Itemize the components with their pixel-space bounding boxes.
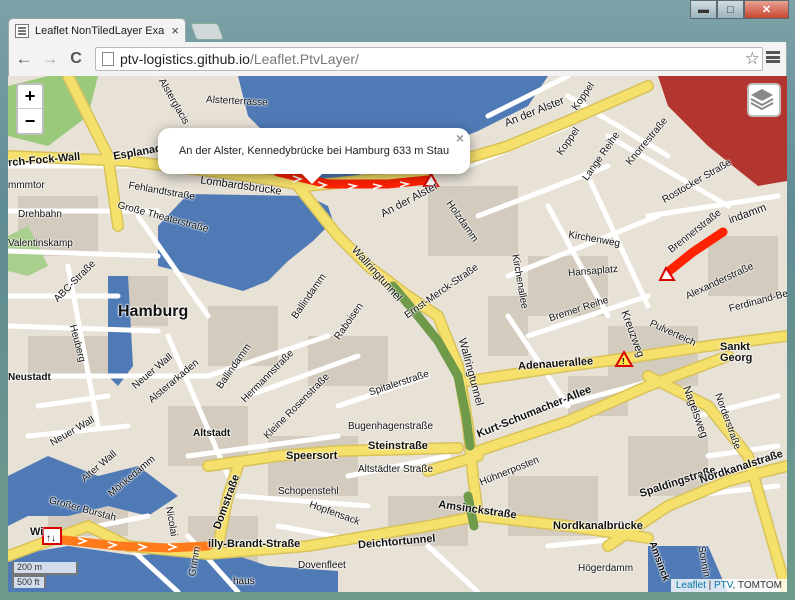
address-bar[interactable]: ptv-logistics.github.io/Leaflet.PtvLayer… (95, 47, 763, 71)
layers-control-button[interactable] (747, 83, 781, 117)
popup-close-button[interactable]: × (456, 130, 464, 146)
minimize-button[interactable]: ▬ (690, 0, 717, 19)
map-label: Högerdamm (578, 563, 634, 574)
map-view[interactable]: ! ↑↓ Alsterterrasse An der Alster Koppel… (8, 76, 787, 592)
map-label: illy-Brandt-Straße (208, 538, 301, 550)
map-label: Drehbahn (18, 209, 62, 220)
browser-tab[interactable]: Leaflet NonTiledLayer Exa × (8, 18, 186, 42)
forward-button[interactable]: → (39, 48, 61, 70)
layers-icon (750, 89, 774, 111)
reload-button[interactable]: C (65, 48, 87, 70)
map-label-city: Hamburg (118, 303, 189, 320)
back-button[interactable]: ← (13, 48, 35, 70)
map-label: Bugenhagenstraße (348, 421, 434, 432)
tab-title: Leaflet NonTiledLayer Exa (35, 24, 165, 37)
incident-popup: An der Alster, Kennedybrücke bei Hamburg… (158, 128, 470, 184)
map-label: Altstädter Straße (358, 464, 434, 475)
map-label-district: Neustadt (8, 372, 51, 383)
bookmark-star-icon[interactable]: ☆ (745, 49, 760, 69)
map-label: mmmtor (8, 180, 45, 191)
map-label: Steinstraße (368, 440, 428, 452)
map-label: Dovenfleet (298, 560, 346, 571)
maximize-button[interactable]: □ (717, 0, 744, 19)
browser-toolbar: ← → C ptv-logistics.github.io/Leaflet.Pt… (8, 42, 787, 76)
title-bar: Leaflet NonTiledLayer Exa × ▬ □ ✕ (0, 0, 795, 42)
window-controls: ▬ □ ✕ (690, 0, 789, 19)
svg-text:!: ! (622, 357, 625, 366)
tab-close-icon[interactable]: × (171, 23, 179, 38)
attribution-separator: | (705, 580, 715, 591)
map-attribution: Leaflet | PTV, TOMTOM (670, 579, 787, 592)
map-label: Nordkanalbrücke (553, 520, 643, 532)
map-label: Speersort (286, 450, 338, 462)
popup-tip (302, 174, 322, 184)
browser-window: Leaflet NonTiledLayer Exa × ▬ □ ✕ ← → C … (0, 0, 795, 600)
svg-text:↑↓: ↑↓ (46, 533, 56, 544)
attribution-rest: , TOMTOM (732, 580, 782, 591)
map-label: Wi (30, 526, 44, 538)
page-icon (102, 52, 114, 66)
zoom-in-button[interactable]: + (18, 85, 42, 109)
map-label: Schopenstehl (278, 486, 339, 497)
scale-bar-metric: 200 m (12, 562, 78, 575)
url-host: ptv-logistics.github.io (120, 51, 250, 67)
new-tab-button[interactable] (189, 23, 225, 40)
zoom-control: + − (16, 83, 44, 135)
map-label: Valentinskamp (8, 238, 73, 249)
map-label-district: Sankt Georg (720, 341, 753, 364)
page-favicon-icon (15, 23, 29, 38)
map-label: haus (233, 576, 255, 587)
map-label-district: Altstadt (193, 428, 231, 439)
popup-text: An der Alster, Kennedybrücke bei Hamburg… (178, 145, 450, 157)
scale-bar-imperial: 500 ft (12, 575, 46, 588)
zoom-out-button[interactable]: − (18, 109, 42, 133)
ptv-link[interactable]: PTV (714, 580, 733, 591)
leaflet-link[interactable]: Leaflet (676, 580, 706, 591)
close-window-button[interactable]: ✕ (744, 0, 789, 19)
chrome-menu-icon[interactable] (766, 51, 780, 63)
url-path: /Leaflet.PtvLayer/ (249, 51, 359, 67)
